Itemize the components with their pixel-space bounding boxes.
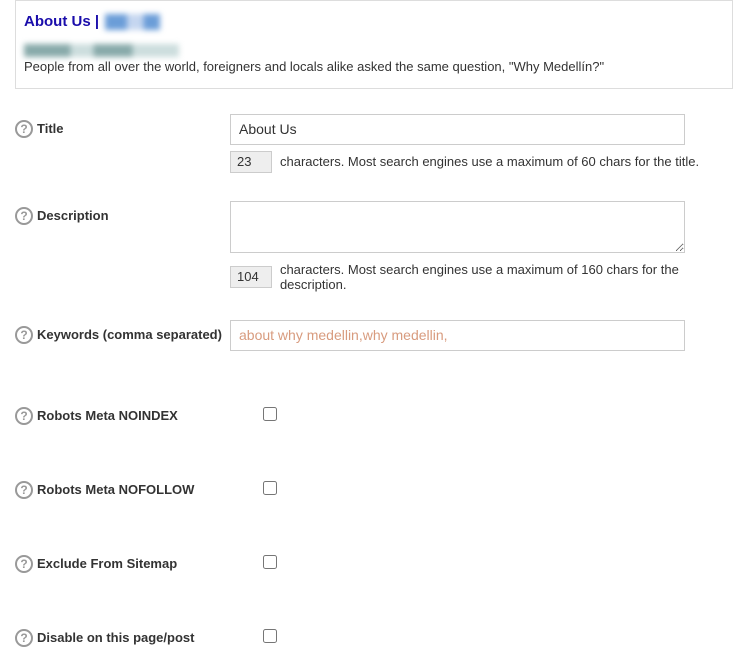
help-icon[interactable]: ? — [15, 629, 33, 647]
nofollow-checkbox[interactable] — [263, 481, 277, 495]
seo-preview-box: About Us | People from all over the worl… — [15, 0, 733, 89]
description-hint: characters. Most search engines use a ma… — [280, 262, 748, 292]
help-icon[interactable]: ? — [15, 481, 33, 499]
description-char-count: 104 — [230, 266, 272, 288]
preview-title: About Us | — [24, 13, 99, 30]
keywords-label: Keywords (comma separated) — [37, 327, 222, 342]
description-row: ? Description — [0, 201, 748, 256]
nofollow-row: ? Robots Meta NOFOLLOW — [0, 475, 748, 499]
help-icon[interactable]: ? — [15, 326, 33, 344]
disable-label: Disable on this page/post — [37, 630, 194, 645]
exclude-sitemap-label: Exclude From Sitemap — [37, 556, 177, 571]
preview-url-redacted — [24, 44, 179, 57]
noindex-row: ? Robots Meta NOINDEX — [0, 401, 748, 425]
disable-row: ? Disable on this page/post — [0, 623, 748, 647]
help-icon[interactable]: ? — [15, 407, 33, 425]
noindex-label: Robots Meta NOINDEX — [37, 408, 178, 423]
exclude-sitemap-row: ? Exclude From Sitemap — [0, 549, 748, 573]
title-hint: characters. Most search engines use a ma… — [280, 154, 699, 169]
preview-title-redacted — [105, 14, 160, 30]
title-char-count: 23 — [230, 151, 272, 173]
help-icon[interactable]: ? — [15, 555, 33, 573]
keywords-row: ? Keywords (comma separated) — [0, 320, 748, 351]
title-input[interactable] — [230, 114, 685, 145]
noindex-checkbox[interactable] — [263, 407, 277, 421]
help-icon[interactable]: ? — [15, 207, 33, 225]
description-label: Description — [37, 208, 109, 223]
preview-description: People from all over the world, foreigne… — [24, 59, 724, 76]
help-icon[interactable]: ? — [15, 120, 33, 138]
title-label: Title — [37, 121, 64, 136]
title-row: ? Title — [0, 114, 748, 145]
disable-checkbox[interactable] — [263, 629, 277, 643]
nofollow-label: Robots Meta NOFOLLOW — [37, 482, 194, 497]
description-input[interactable] — [230, 201, 685, 253]
keywords-input[interactable] — [230, 320, 685, 351]
exclude-sitemap-checkbox[interactable] — [263, 555, 277, 569]
